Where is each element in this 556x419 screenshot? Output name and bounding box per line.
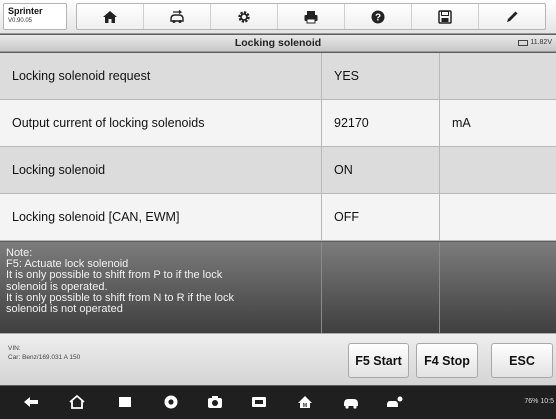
top-toolbar: Sprinter V0.90.05 ? [0, 0, 556, 34]
save-icon [438, 9, 452, 24]
param-value: 92170 [322, 100, 440, 146]
app-version: V0.90.05 [8, 18, 33, 24]
voltage-value: 11.82V [530, 39, 552, 46]
table-row[interactable]: Output current of locking solenoids 9217… [0, 100, 556, 147]
param-value: OFF [322, 194, 440, 240]
battery-percent: 76% [524, 398, 539, 405]
home-nav-icon[interactable] [68, 394, 86, 410]
vehicle-swap-button[interactable] [144, 4, 211, 29]
table-row[interactable]: Locking solenoid request YES [0, 53, 556, 100]
home-button[interactable] [77, 4, 144, 29]
maxisys-home-icon[interactable]: M [296, 394, 314, 410]
page-title: Locking solenoid [234, 37, 322, 49]
gear-icon [238, 10, 250, 23]
edit-button[interactable] [479, 4, 545, 29]
note-line: solenoid is not operated [6, 303, 123, 316]
param-value: YES [322, 53, 440, 99]
help-icon: ? [371, 10, 385, 23]
param-unit [440, 194, 556, 240]
note-text: Note: F5: Actuate lock solenoid It is on… [0, 242, 322, 333]
note-value-column [322, 242, 440, 333]
voltage-indicator: 11.82V [518, 39, 552, 46]
note-line: It is only possible to shift from P to i… [6, 269, 223, 282]
app-name: Sprinter [8, 6, 43, 16]
vin-label: VIN: [8, 345, 21, 352]
app-badge: Sprinter V0.90.05 [3, 3, 67, 30]
svg-text:?: ? [375, 12, 381, 23]
param-name: Output current of locking solenoids [0, 100, 322, 146]
title-bar: Locking solenoid 11.82V [0, 35, 556, 52]
note-unit-column [440, 242, 556, 333]
camera-icon[interactable] [206, 394, 224, 410]
home-icon [103, 10, 117, 23]
system-nav-bar: M 76% 10:5 [0, 386, 556, 419]
f5-start-button[interactable]: F5 Start [348, 343, 409, 378]
printer-icon [304, 10, 318, 23]
recent-apps-icon[interactable] [116, 394, 134, 410]
print-button[interactable] [278, 4, 345, 29]
esc-button[interactable]: ESC [491, 343, 553, 378]
table-row[interactable]: Locking solenoid [CAN, EWM] OFF [0, 194, 556, 241]
note-panel: Note: F5: Actuate lock solenoid It is on… [0, 242, 556, 333]
action-bar: VIN: Car: Benz/169.031 A 150 F5 Start F4… [0, 333, 556, 385]
param-name: Locking solenoid request [0, 53, 322, 99]
car-label: Car: Benz/169.031 A 150 [8, 354, 81, 361]
vehicle-info: VIN: Car: Benz/169.031 A 150 [8, 344, 80, 362]
param-unit: mA [452, 116, 471, 130]
battery-icon [518, 39, 529, 46]
param-unit [440, 53, 556, 99]
param-value: ON [322, 147, 440, 193]
back-icon[interactable] [22, 394, 40, 410]
param-name: Locking solenoid [CAN, EWM] [0, 194, 322, 240]
clock: 10:5 [540, 398, 554, 405]
param-unit [440, 147, 556, 193]
data-table: Locking solenoid request YES Output curr… [0, 53, 556, 241]
f4-stop-button[interactable]: F4 Stop [416, 343, 478, 378]
remote-support-icon[interactable] [386, 394, 404, 410]
pen-icon [507, 11, 518, 22]
svg-text:M: M [303, 403, 307, 409]
vehicle-swap-icon [170, 9, 184, 23]
table-row[interactable]: Locking solenoid ON [0, 147, 556, 194]
vci-icon[interactable] [342, 394, 360, 410]
param-name: Locking solenoid [0, 147, 322, 193]
toolbar-buttons: ? [76, 3, 546, 30]
screen-record-icon[interactable] [250, 394, 268, 410]
status-bar: 76% 10:5 [524, 398, 554, 405]
save-button[interactable] [412, 4, 479, 29]
browser-icon[interactable] [162, 394, 180, 410]
help-button[interactable]: ? [345, 4, 412, 29]
settings-button[interactable] [211, 4, 278, 29]
